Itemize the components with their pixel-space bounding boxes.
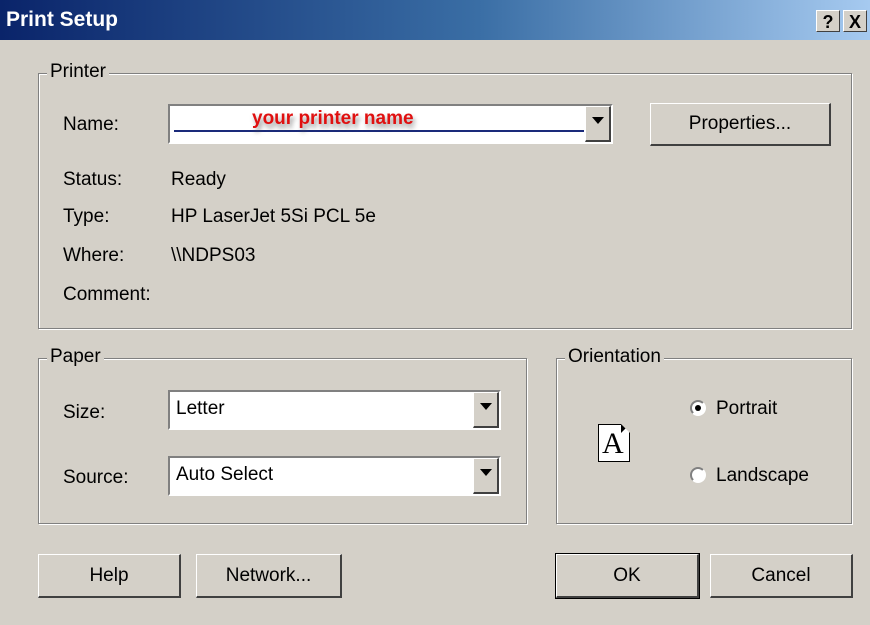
help-button[interactable]: Help xyxy=(38,554,181,598)
comment-label: Comment: xyxy=(63,284,151,305)
paper-source-dropdown[interactable]: Auto Select xyxy=(168,456,501,496)
printer-name-label: Name: xyxy=(63,114,119,135)
status-label: Status: xyxy=(63,169,123,190)
orientation-group-legend: Orientation xyxy=(565,346,664,368)
portrait-page-icon: A xyxy=(598,424,630,462)
printer-name-dropdown-button[interactable] xyxy=(585,106,611,142)
status-value: Ready xyxy=(171,169,226,190)
where-value: \\NDPS03 xyxy=(171,245,256,266)
type-value: HP LaserJet 5Si PCL 5e xyxy=(171,206,376,227)
paper-group-legend: Paper xyxy=(47,346,104,368)
radio-selected-dot xyxy=(695,405,701,411)
close-title-button[interactable]: X xyxy=(843,10,867,32)
ok-button[interactable]: OK xyxy=(555,553,700,599)
printer-name-value: your printer name xyxy=(252,108,414,129)
printer-group-legend: Printer xyxy=(47,61,109,83)
paper-source-dropdown-button[interactable] xyxy=(473,458,499,494)
chevron-down-icon xyxy=(480,403,492,410)
landscape-label[interactable]: Landscape xyxy=(716,465,809,487)
landscape-radio[interactable] xyxy=(690,467,706,483)
portrait-label[interactable]: Portrait xyxy=(716,398,777,420)
paper-group: Paper xyxy=(38,346,527,524)
title-bar: Print Setup ? X xyxy=(0,0,870,40)
paper-size-dropdown[interactable]: Letter xyxy=(168,390,501,430)
window-title: Print Setup xyxy=(6,8,119,31)
chevron-down-icon xyxy=(480,469,492,476)
type-label: Type: xyxy=(63,206,110,227)
where-label: Where: xyxy=(63,245,125,266)
printer-name-dropdown[interactable]: your printer name xyxy=(168,104,613,144)
printer-name-underline xyxy=(174,130,584,132)
network-button[interactable]: Network... xyxy=(196,554,342,598)
cancel-button[interactable]: Cancel xyxy=(710,554,853,598)
properties-button[interactable]: Properties... xyxy=(650,103,831,146)
source-label: Source: xyxy=(63,467,129,488)
paper-size-value: Letter xyxy=(176,398,225,419)
portrait-radio[interactable] xyxy=(690,400,706,416)
size-label: Size: xyxy=(63,402,106,423)
paper-size-dropdown-button[interactable] xyxy=(473,392,499,428)
page-icon-letter: A xyxy=(602,427,624,460)
help-title-button[interactable]: ? xyxy=(816,10,840,32)
chevron-down-icon xyxy=(592,117,604,124)
paper-source-value: Auto Select xyxy=(176,464,274,485)
